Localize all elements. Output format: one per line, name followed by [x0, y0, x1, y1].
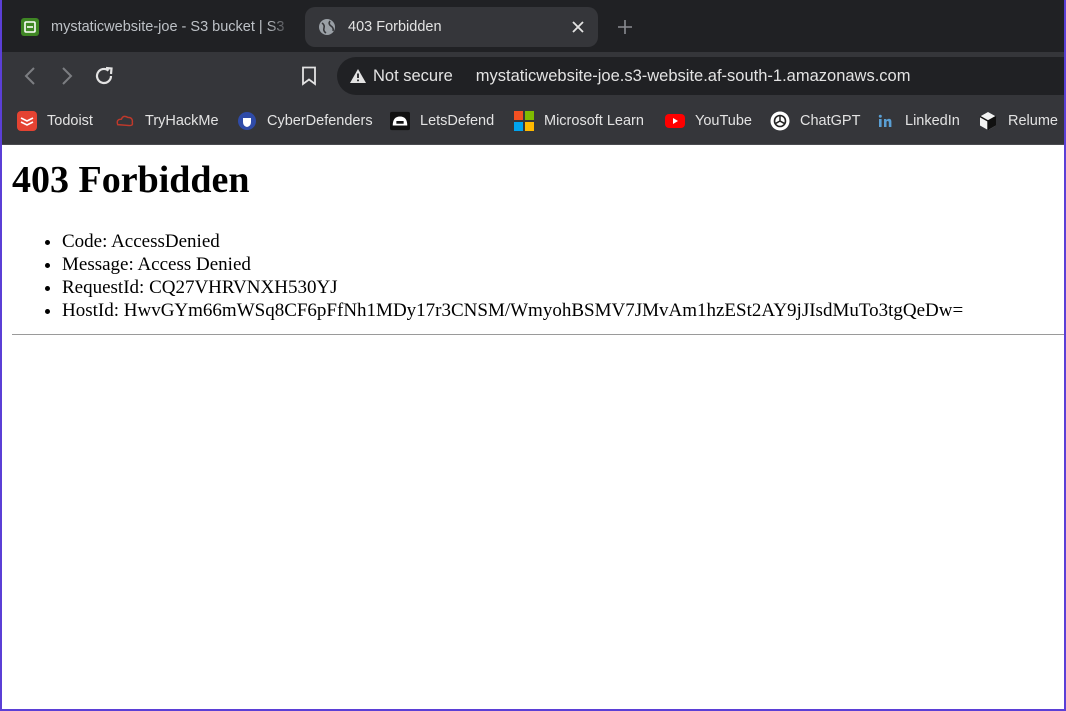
tab-strip: mystaticwebsite-joe - S3 bucket | S3 403… [0, 0, 1066, 52]
bookmark-youtube[interactable]: YouTube [665, 110, 752, 132]
bookmark-linkedin[interactable]: LinkedIn [875, 110, 960, 132]
bookmark-label: ChatGPT [800, 113, 861, 129]
arrow-right-icon [62, 67, 73, 85]
bookmarks-bar: Todoist TryHackMe CyberDefenders LetsDef… [0, 99, 1066, 145]
bookmark-chatgpt[interactable]: ChatGPT [770, 110, 860, 132]
error-details-list: Code: AccessDenied Message: Access Denie… [12, 230, 963, 322]
reload-button[interactable] [91, 63, 117, 89]
tab-403-forbidden[interactable]: 403 Forbidden [305, 7, 598, 47]
bookmark-label: TryHackMe [145, 113, 219, 129]
bookmark-label: Relume [1008, 113, 1058, 129]
letsdefend-icon [390, 111, 410, 131]
tab-title: 403 Forbidden [348, 19, 442, 35]
security-indicator[interactable]: Not secure [349, 67, 453, 86]
linkedin-icon [875, 111, 895, 131]
bookmark-tryhackme[interactable]: TryHackMe [115, 110, 219, 132]
tryhackme-icon [115, 111, 135, 131]
reload-icon [95, 66, 113, 85]
host-id: HostId: HwvGYm66mWSq8CF6pFfNh1MDy17r3CNS… [62, 299, 963, 322]
bookmark-cyberdefenders[interactable]: CyberDefenders [237, 110, 373, 132]
page-content: 403 Forbidden Code: AccessDenied Message… [0, 146, 1066, 711]
arrow-left-icon [24, 67, 35, 85]
tab-fade [268, 7, 298, 47]
error-message: Message: Access Denied [62, 253, 963, 276]
back-button[interactable] [17, 63, 43, 89]
relume-icon [978, 111, 998, 131]
microsoft-icon [514, 111, 534, 131]
youtube-icon [665, 111, 685, 131]
bookmark-label: Microsoft Learn [544, 113, 644, 129]
bookmark-label: Todoist [47, 113, 93, 129]
page-title: 403 Forbidden [12, 159, 250, 201]
cyberdefenders-icon [237, 111, 257, 131]
todoist-icon [17, 111, 37, 131]
bookmark-label: YouTube [695, 113, 752, 129]
warning-icon [350, 69, 366, 83]
divider [12, 334, 1066, 335]
bookmark-microsoft-learn[interactable]: Microsoft Learn [514, 110, 644, 132]
bookmark-button[interactable] [297, 63, 321, 89]
bookmark-label: CyberDefenders [267, 113, 373, 129]
tab-title: mystaticwebsite-joe - S3 bucket | S3 [51, 19, 285, 35]
address-bar[interactable]: Not secure mystaticwebsite-joe.s3-websit… [337, 57, 1066, 95]
browser-toolbar: Not secure mystaticwebsite-joe.s3-websit… [0, 52, 1066, 99]
url-text[interactable]: mystaticwebsite-joe.s3-website.af-south-… [476, 67, 911, 86]
tab-s3-bucket[interactable]: mystaticwebsite-joe - S3 bucket | S3 [8, 7, 298, 47]
request-id: RequestId: CQ27VHRVNXH530YJ [62, 276, 963, 299]
bookmark-label: LinkedIn [905, 113, 960, 129]
plus-icon [618, 20, 632, 34]
bookmark-relume[interactable]: Relume [978, 110, 1058, 132]
error-code: Code: AccessDenied [62, 230, 963, 253]
new-tab-button[interactable] [612, 14, 638, 40]
s3-bucket-icon [20, 17, 40, 37]
globe-icon [317, 17, 337, 37]
bookmark-letsdefend[interactable]: LetsDefend [390, 110, 494, 132]
forward-button[interactable] [54, 63, 80, 89]
bookmark-todoist[interactable]: Todoist [17, 110, 93, 132]
close-icon[interactable] [570, 19, 586, 35]
chatgpt-icon [770, 111, 790, 131]
bookmark-icon [302, 66, 316, 86]
security-label: Not secure [373, 66, 453, 85]
bookmark-label: LetsDefend [420, 113, 495, 129]
